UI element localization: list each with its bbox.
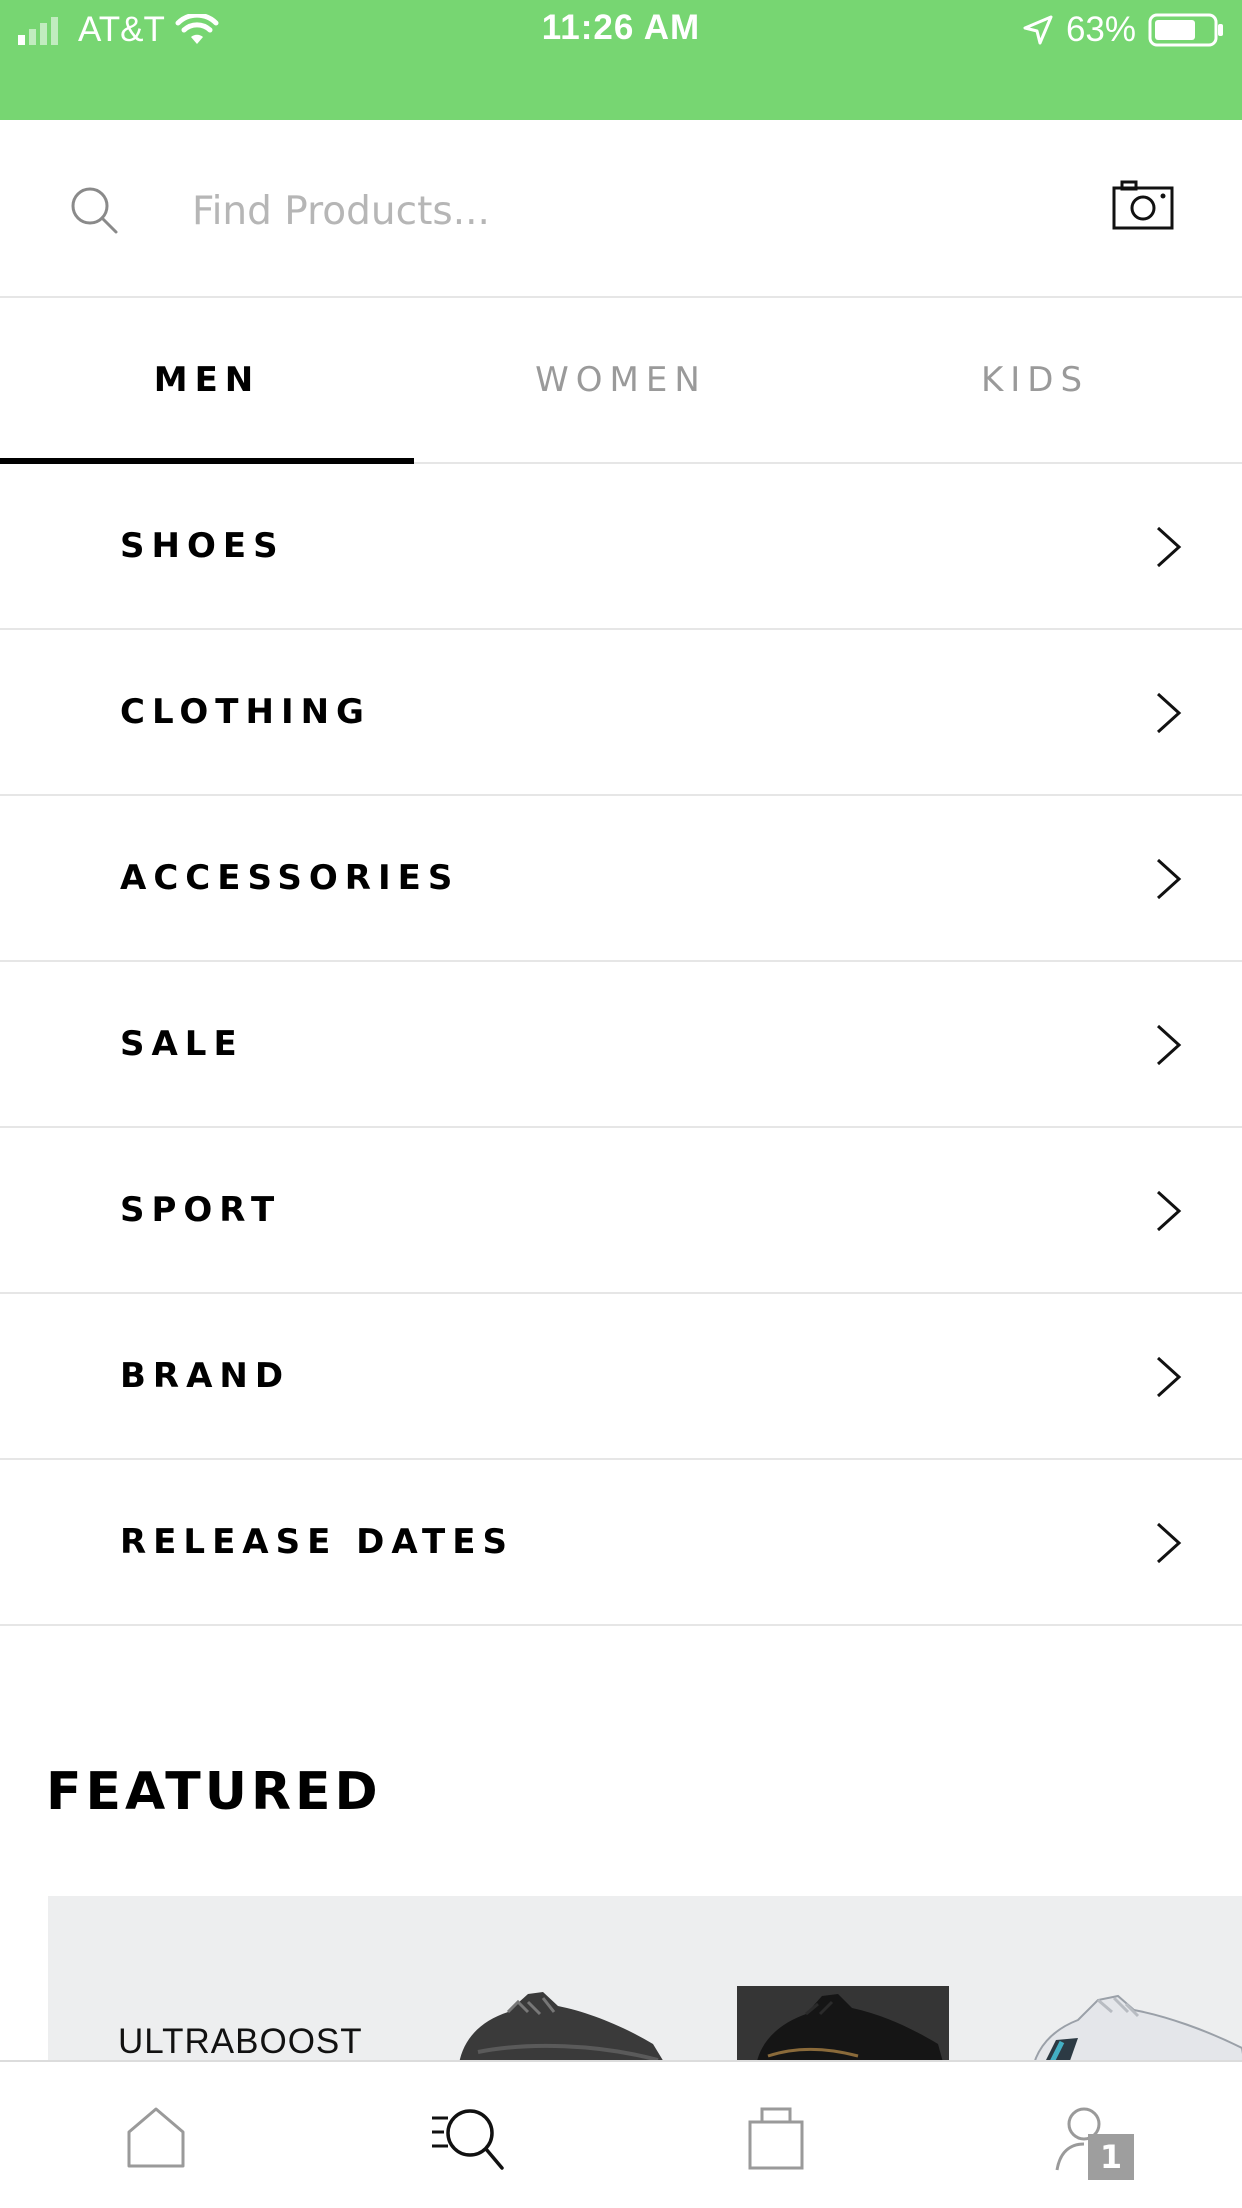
- category-sale[interactable]: SALE: [0, 962, 1242, 1128]
- category-label: RELEASE DATES: [120, 1522, 514, 1562]
- category-shoes[interactable]: SHOES: [0, 464, 1242, 630]
- bottom-navigation: [0, 2060, 1242, 2208]
- category-accessories[interactable]: ACCESSORIES: [0, 796, 1242, 962]
- search-icon: [432, 2109, 504, 2170]
- nav-home[interactable]: [0, 2062, 310, 2208]
- category-list: SHOES CLOTHING ACCESSORIES SALE SPORT BR…: [0, 464, 1242, 1626]
- tab-kids[interactable]: KIDS: [828, 298, 1242, 462]
- chevron-right-icon: [1156, 1522, 1182, 1564]
- category-sport[interactable]: SPORT: [0, 1128, 1242, 1294]
- shoe-image: [1032, 1994, 1242, 2064]
- profile-notification-badge: 1: [1088, 2134, 1134, 2180]
- shoe-image: [458, 1992, 666, 2064]
- category-label: SALE: [120, 1024, 244, 1064]
- category-label: BRAND: [120, 1356, 291, 1396]
- chevron-right-icon: [1156, 526, 1182, 568]
- search-bar: [0, 120, 1242, 298]
- featured-heading: FEATURED: [46, 1762, 382, 1822]
- status-right: 63%: [1022, 8, 1224, 52]
- search-input[interactable]: [190, 180, 994, 242]
- nav-search[interactable]: [310, 2062, 620, 2208]
- category-release-dates[interactable]: RELEASE DATES: [0, 1460, 1242, 1626]
- chevron-right-icon: [1156, 1190, 1182, 1232]
- shoe-image: [756, 1994, 944, 2064]
- chevron-right-icon: [1156, 858, 1182, 900]
- home-icon: [127, 2107, 185, 2168]
- nav-profile[interactable]: [930, 2062, 1240, 2208]
- category-label: SHOES: [120, 526, 285, 566]
- category-brand[interactable]: BRAND: [0, 1294, 1242, 1460]
- status-bar: AT&T 11:26 AM 63%: [0, 0, 1242, 120]
- chevron-right-icon: [1156, 1356, 1182, 1398]
- category-clothing[interactable]: CLOTHING: [0, 630, 1242, 796]
- tab-men[interactable]: MEN: [0, 298, 414, 462]
- category-label: ACCESSORIES: [120, 858, 460, 898]
- camera-icon[interactable]: [1112, 180, 1174, 230]
- gender-tabs: MEN WOMEN KIDS: [0, 298, 1242, 464]
- battery-icon: [1148, 13, 1223, 47]
- featured-card-ultraboost[interactable]: ULTRABOOST: [48, 1896, 1242, 2064]
- bag-icon: [748, 2107, 804, 2170]
- featured-card-label: ULTRABOOST: [118, 2022, 363, 2061]
- category-label: CLOTHING: [120, 692, 371, 732]
- tab-women[interactable]: WOMEN: [414, 298, 828, 462]
- chevron-right-icon: [1156, 692, 1182, 734]
- battery-percent: 63%: [1065, 10, 1136, 49]
- nav-bag[interactable]: [620, 2062, 930, 2208]
- search-icon[interactable]: [70, 186, 120, 236]
- location-arrow-icon: [1023, 15, 1053, 45]
- chevron-right-icon: [1156, 1024, 1182, 1066]
- category-label: SPORT: [120, 1190, 282, 1230]
